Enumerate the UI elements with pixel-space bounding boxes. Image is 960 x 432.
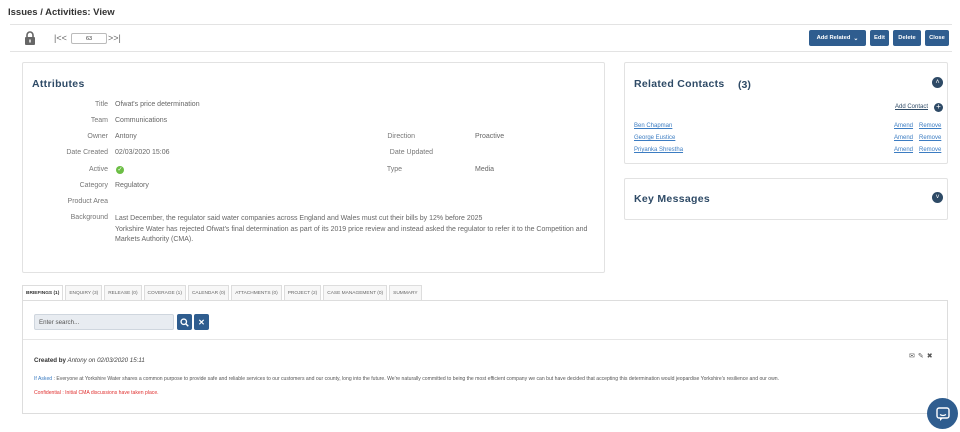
tab-summary[interactable]: SUMMARY [389,285,422,300]
contact-link[interactable]: Priyanka Shrestha [634,147,683,153]
delete-x-icon[interactable]: ✖ [927,352,933,360]
direction-value: Proactive [475,133,505,140]
tab-release[interactable]: RELEASE (0) [104,285,142,300]
briefing-actions: ✉ ✎ ✖ [909,352,933,360]
type-label: Type [386,166,402,173]
chat-widget-button[interactable] [927,398,958,429]
tab-attachments[interactable]: ATTACHMENTS (0) [231,285,282,300]
search-icon [180,317,189,327]
title-label: Title [95,101,108,108]
first-record-button[interactable]: |<< [54,33,67,43]
search-input[interactable] [34,314,174,330]
background-line-2: Yorkshire Water has rejected Ofwat's fin… [115,225,588,244]
related-contacts-panel: Related Contacts (3) ˄ Add Contact + Ben… [624,62,948,164]
date-created-label: Date Created [66,149,108,156]
type-value: Media [475,166,495,173]
background-value: Last December, the regulator said water … [115,214,600,246]
edit-button[interactable]: Edit [870,30,889,46]
activity-tabs: BRIEFINGS (1) ENQUIRY (3) RELEASE (0) CO… [22,285,424,300]
clear-search-button[interactable]: ✕ [194,314,209,330]
amend-contact-link[interactable]: Amend [894,135,913,141]
add-related-button[interactable]: Add Related ⌄ [809,30,866,46]
tab-enquiry[interactable]: ENQUIRY (3) [65,285,103,300]
owner-label: Owner [87,133,108,140]
key-messages-panel: Key Messages ˅ [624,178,948,220]
category-value: Regulatory [115,182,149,189]
last-record-button[interactable]: >>| [108,33,121,43]
briefing-if-asked-line: If Asked : Everyone at Yorkshire Water s… [34,376,779,382]
search-button[interactable] [177,314,192,330]
briefings-tab-content: ✕ Created by Antony on 02/03/2020 15:11 … [22,300,948,414]
briefing-created-by: Created by Antony on 02/03/2020 15:11 [34,357,145,364]
category-label: Category [79,182,108,189]
active-check-icon: ✓ [116,166,124,174]
background-line-1: Last December, the regulator said water … [115,215,483,222]
edit-pencil-icon[interactable]: ✎ [918,352,924,360]
contact-link[interactable]: George Eustice [634,135,675,141]
related-contacts-heading: Related Contacts [634,78,725,90]
owner-value: Antony [115,133,137,140]
contact-link[interactable]: Ben Chapman [634,123,672,129]
created-by-label: Created by [34,357,66,364]
chevron-down-icon: ˅ [935,194,940,201]
tab-project[interactable]: PROJECT (2) [283,285,322,300]
product-area-label: Product Area [67,198,108,205]
chat-icon [935,406,950,421]
lock-icon[interactable] [24,31,36,45]
tab-coverage[interactable]: COVERAGE (1) [143,285,186,300]
created-by-detail: Antony on 02/03/2020 15:11 [67,357,145,364]
add-related-label: Add Related [816,35,851,41]
amend-contact-link[interactable]: Amend [894,123,913,129]
date-created-value: 02/03/2020 15:06 [115,149,170,156]
team-label: Team [90,117,108,124]
background-label: Background [70,214,108,221]
close-button[interactable]: Close [925,30,949,46]
date-updated-label: Date Updated [389,149,433,156]
close-icon: ✕ [198,317,205,327]
remove-contact-link[interactable]: Remove [919,135,941,141]
add-contact-link[interactable]: Add Contact [895,104,928,110]
record-number-input[interactable] [71,33,107,44]
delete-button[interactable]: Delete [893,30,921,46]
attributes-heading: Attributes [32,78,85,90]
add-contact-plus-icon[interactable]: + [934,103,943,112]
if-asked-text: : Everyone at Yorkshire Water shares a c… [53,376,780,382]
tab-case-management[interactable]: CASE MANAGEMENT (0) [323,285,388,300]
related-contacts-count: (3) [738,79,751,91]
tab-briefings[interactable]: BRIEFINGS (1) [22,285,64,300]
amend-contact-link[interactable]: Amend [894,147,913,153]
if-asked-tag: If Asked [34,376,53,382]
active-label: Active [88,166,108,173]
record-toolbar: |<< >>| Add Related ⌄ Edit Delete Close [10,24,952,52]
key-messages-heading: Key Messages [634,193,710,205]
title-value: Ofwat's price determination [115,101,200,108]
direction-label: Direction [387,133,415,140]
chevron-up-icon: ˄ [935,79,940,86]
attributes-panel: Attributes Title Ofwat's price determina… [22,62,605,273]
briefing-confidential-line: Confidential : Initial CMA discussions h… [34,390,159,396]
team-value: Communications [115,117,168,124]
page-title: Issues / Activities: View [8,7,115,18]
tab-calendar[interactable]: CALENDAR (0) [187,285,230,300]
remove-contact-link[interactable]: Remove [919,147,941,153]
remove-contact-link[interactable]: Remove [919,123,941,129]
divider [23,339,947,340]
collapse-related-contacts-button[interactable]: ˄ [932,77,943,88]
expand-key-messages-button[interactable]: ˅ [932,192,943,203]
email-icon[interactable]: ✉ [909,352,915,360]
chevron-down-icon: ⌄ [853,35,859,42]
